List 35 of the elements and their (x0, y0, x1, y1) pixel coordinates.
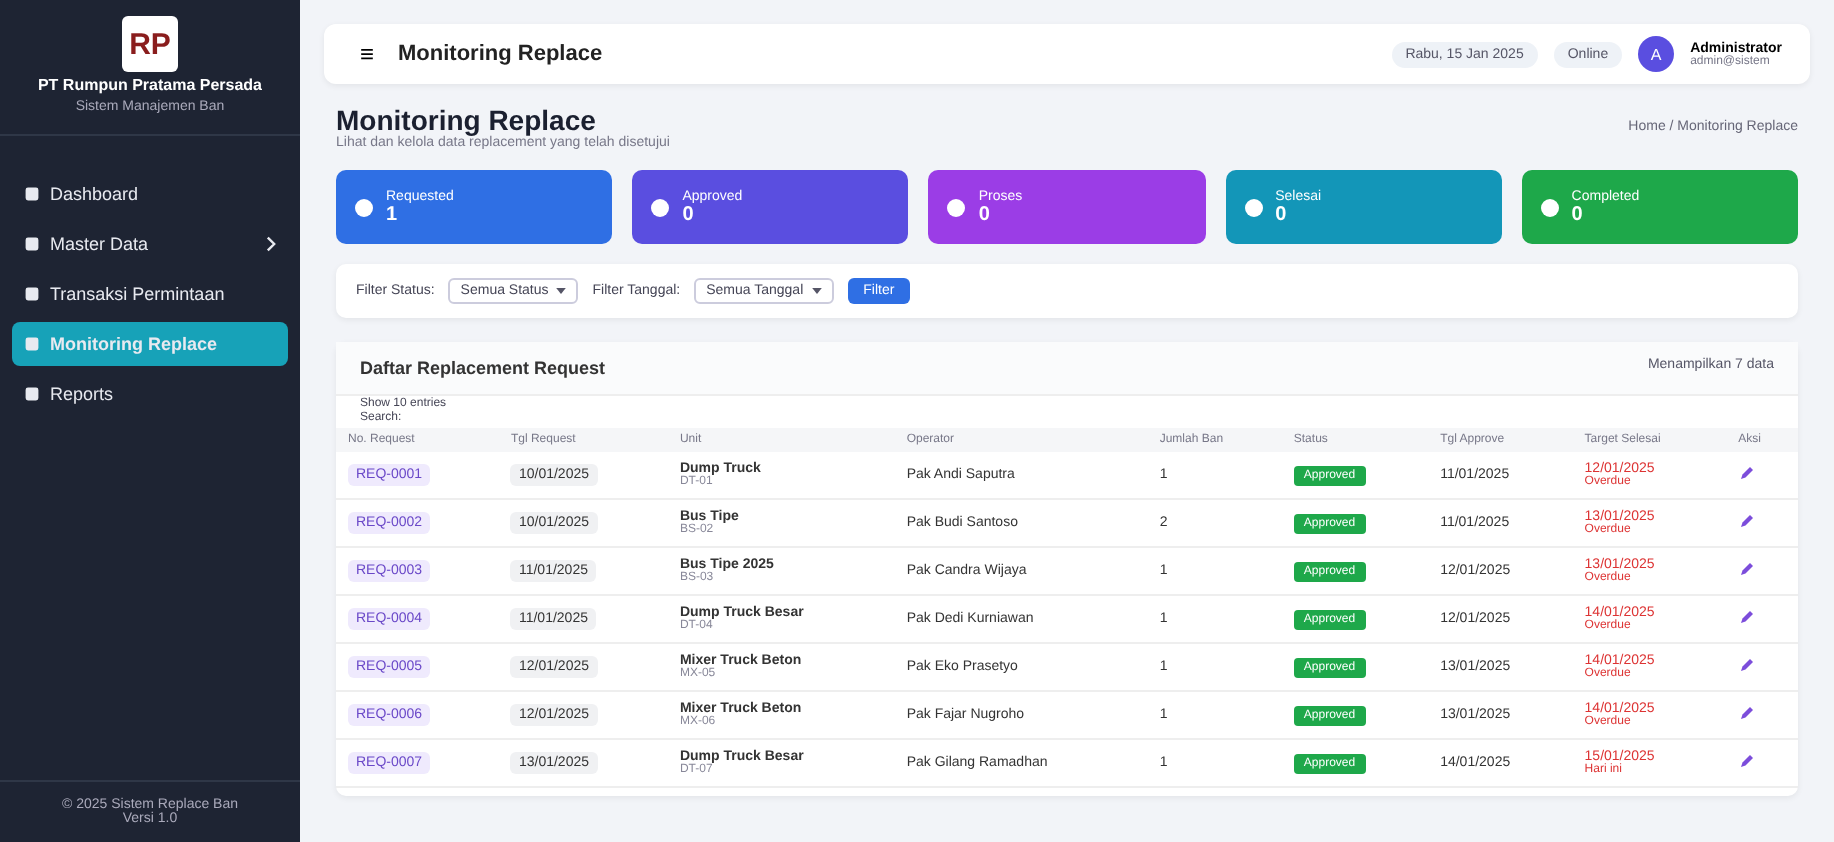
edit-icon[interactable] (1738, 464, 1757, 482)
stat-icon (354, 197, 374, 217)
stat-icon (946, 197, 967, 217)
edit-icon[interactable] (1738, 704, 1757, 722)
stat-value: 1 (386, 203, 400, 225)
table-title: Daftar Replacement Request (360, 358, 606, 378)
stat-icon (1243, 197, 1264, 217)
menu-item-icon (24, 185, 40, 202)
edit-icon[interactable] (1738, 560, 1757, 578)
user-avatar[interactable]: A (1638, 36, 1675, 72)
edit-icon[interactable] (1738, 752, 1757, 770)
menu-item-icon (24, 235, 40, 252)
stat-value: 0 (978, 203, 992, 225)
company-logo: RP (122, 16, 178, 72)
menu-button[interactable]: ≡ (352, 40, 383, 68)
edit-icon[interactable] (1738, 608, 1757, 626)
nav-item[interactable]: Reports (12, 371, 288, 416)
stat-icon (650, 197, 671, 217)
stat-value: 0 (1275, 203, 1289, 225)
nav-item[interactable]: Transaksi Permintaan (12, 271, 288, 316)
page-title: Monitoring Replace (398, 42, 603, 66)
stat-icon (1539, 197, 1560, 217)
company-name: PT Rumpun Pratama Persada (37, 76, 263, 96)
caret-icon (811, 288, 822, 294)
caret-icon (556, 288, 567, 294)
menu-item-icon (24, 385, 40, 402)
stat-value: 0 (1571, 203, 1585, 225)
edit-icon[interactable] (1738, 512, 1757, 530)
menu-item-icon (24, 335, 40, 352)
nav-item[interactable]: Dashboard (12, 171, 288, 216)
menu-item-icon (24, 285, 40, 302)
nav-item[interactable]: Master Data (12, 221, 288, 266)
stat-value: 0 (682, 203, 696, 225)
edit-icon[interactable] (1738, 656, 1757, 674)
page-heading: Monitoring Replace (336, 104, 596, 136)
